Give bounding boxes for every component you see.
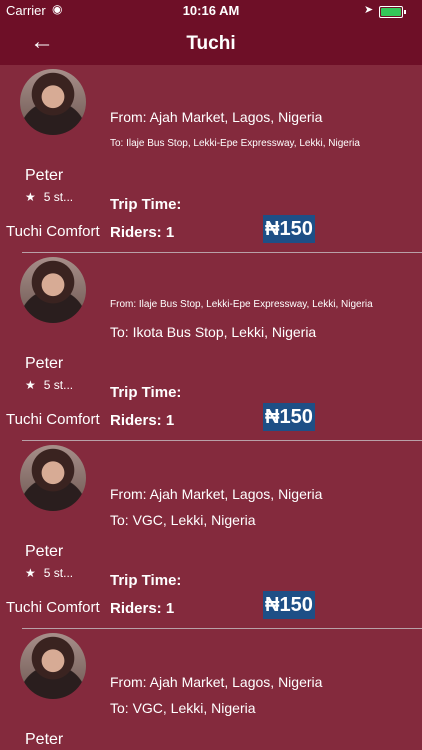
driver-avatar bbox=[20, 633, 86, 699]
star-icon: ★ bbox=[25, 378, 36, 392]
status-bar: Carrier ◉ 10:16 AM ➤ bbox=[0, 0, 422, 22]
trip-from: From: Ajah Market, Lagos, Nigeria bbox=[110, 486, 323, 502]
riders-count: Riders: 1 bbox=[110, 224, 175, 241]
trip-to: To: VGC, Lekki, Nigeria bbox=[110, 700, 256, 716]
rating-text: 5 st... bbox=[43, 378, 74, 392]
trip-card[interactable]: From: Ilaje Bus Stop, Lekki-Epe Expressw… bbox=[0, 253, 422, 441]
trip-to: To: VGC, Lekki, Nigeria bbox=[110, 512, 256, 528]
price-badge: ₦150 bbox=[263, 215, 315, 243]
trip-time: Trip Time: bbox=[110, 196, 182, 213]
trip-time: Trip Time: bbox=[110, 572, 182, 589]
trip-to: To: Ilaje Bus Stop, Lekki-Epe Expressway… bbox=[110, 138, 360, 149]
trip-from: From: Ilaje Bus Stop, Lekki-Epe Expressw… bbox=[110, 299, 373, 310]
trip-card[interactable]: From: Ajah Market, Lagos, Nigeria To: Il… bbox=[0, 65, 422, 253]
ride-category: Tuchi Comfort bbox=[6, 223, 100, 240]
trip-card[interactable]: From: Ajah Market, Lagos, Nigeria To: VG… bbox=[0, 441, 422, 629]
star-icon: ★ bbox=[25, 190, 36, 204]
trip-from: From: Ajah Market, Lagos, Nigeria bbox=[110, 674, 323, 690]
trip-card[interactable]: From: Ajah Market, Lagos, Nigeria To: VG… bbox=[0, 629, 422, 750]
riders-count: Riders: 1 bbox=[110, 412, 175, 429]
clock: 10:16 AM bbox=[182, 3, 240, 18]
driver-avatar bbox=[20, 445, 86, 511]
driver-name: Peter bbox=[25, 543, 64, 560]
nav-bar: ← Tuchi bbox=[0, 22, 422, 65]
battery-icon bbox=[379, 6, 406, 18]
trip-from: From: Ajah Market, Lagos, Nigeria bbox=[110, 109, 323, 125]
page-title: Tuchi bbox=[186, 33, 236, 54]
driver-rating: ★ 5 st... bbox=[25, 566, 73, 580]
driver-name: Peter bbox=[25, 731, 64, 748]
price-badge: ₦150 bbox=[263, 403, 315, 431]
trip-time: Trip Time: bbox=[110, 384, 182, 401]
rating-text: 5 st... bbox=[43, 566, 74, 580]
riders-count: Riders: 1 bbox=[110, 600, 175, 617]
driver-avatar bbox=[20, 69, 86, 135]
driver-rating: ★ 5 st... bbox=[25, 378, 73, 392]
location-icon: ➤ bbox=[364, 4, 374, 16]
driver-avatar bbox=[20, 257, 86, 323]
star-icon: ★ bbox=[25, 566, 36, 580]
driver-name: Peter bbox=[25, 355, 64, 372]
rating-text: 5 st... bbox=[43, 190, 74, 204]
driver-name: Peter bbox=[25, 167, 64, 184]
price-badge: ₦150 bbox=[263, 591, 315, 619]
driver-rating: ★ 5 st... bbox=[25, 190, 73, 204]
trip-to: To: Ikota Bus Stop, Lekki, Nigeria bbox=[110, 324, 317, 340]
ride-category: Tuchi Comfort bbox=[6, 599, 100, 616]
ride-category: Tuchi Comfort bbox=[6, 411, 100, 428]
